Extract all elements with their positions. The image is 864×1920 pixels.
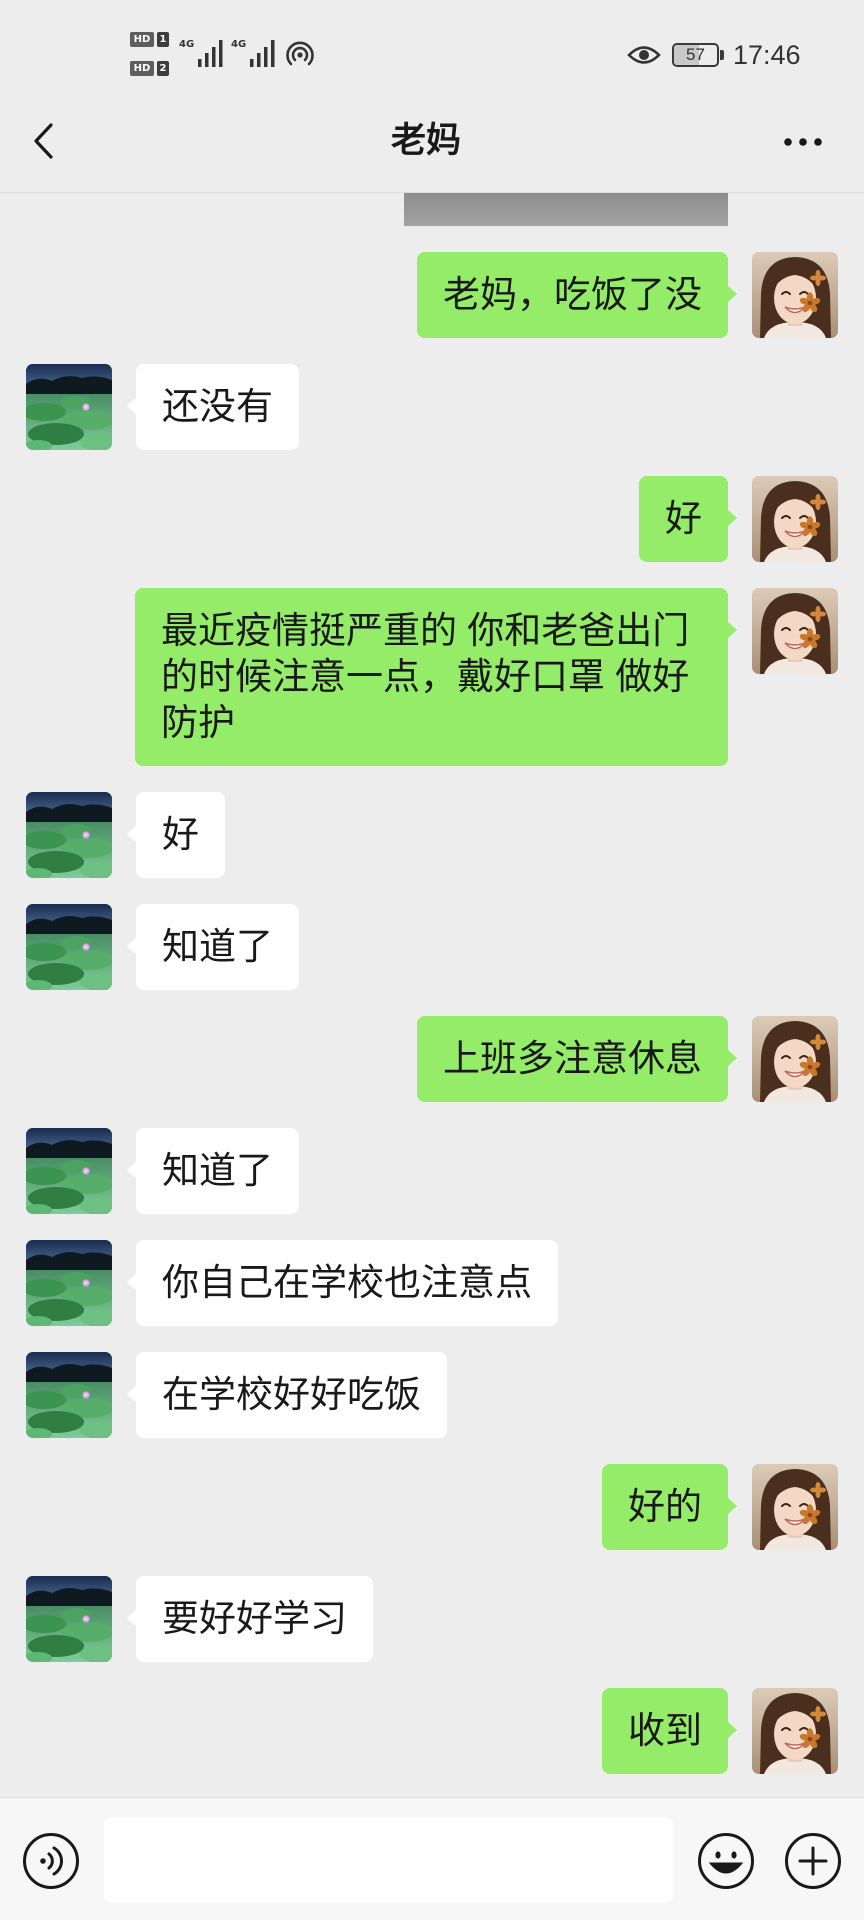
contact-avatar[interactable] [26,792,112,878]
chat-title: 老妈 [390,121,461,160]
message-bubble-outgoing[interactable]: 最近疫情挺严重的 你和老爸出门的时候注意一点，戴好口罩 做好防护 [135,588,737,766]
status-bar: HD 1 HD 2 4G 4G 57 17:46 [0,0,864,110]
contact-avatar[interactable] [26,904,112,990]
image-message-partial[interactable] [404,193,728,226]
message-row: 在学校好好吃饭 [0,1352,864,1438]
battery-percent: 57 [686,45,705,64]
message-row: 上班多注意休息 [0,1016,864,1102]
chevron-left-icon [34,123,53,159]
my-avatar[interactable] [752,476,838,562]
signal-icon [250,40,275,67]
my-avatar[interactable] [752,252,838,338]
more-icon [784,138,822,146]
status-time: 17:46 [733,40,801,70]
my-avatar[interactable] [752,1688,838,1774]
message-input[interactable] [104,1817,673,1903]
my-avatar[interactable] [752,588,838,674]
message-bubble-incoming[interactable]: 要好好学习 [127,1576,373,1662]
message-bubble-incoming[interactable]: 好 [127,792,225,878]
more-button[interactable] [780,130,826,154]
message-row: 老妈，吃饭了没 [0,252,864,338]
plus-button[interactable] [784,1832,842,1890]
my-avatar[interactable] [752,1016,838,1102]
message-list[interactable]: 老妈，吃饭了没 还没有 好 最近疫情挺严重的 你和老爸出门的时候注意一点，戴好口… [0,193,864,1797]
contact-avatar[interactable] [26,1128,112,1214]
message-bubble-incoming[interactable]: 还没有 [127,364,299,450]
voice-button[interactable] [22,1832,80,1890]
emoji-button[interactable] [697,1832,755,1890]
message-row: 要好好学习 [0,1576,864,1662]
chat-header: 老妈 [0,110,864,193]
message-bubble-incoming[interactable]: 知道了 [127,1128,299,1214]
message-bubble-incoming[interactable]: 你自己在学校也注意点 [127,1240,558,1326]
emoji-icon [698,1833,754,1889]
message-bubble-outgoing[interactable]: 收到 [602,1688,737,1774]
plus-icon [785,1833,841,1889]
contact-avatar[interactable] [26,1240,112,1326]
battery-tip [720,50,724,60]
my-avatar[interactable] [752,1464,838,1550]
input-bar [0,1797,864,1920]
message-bubble-incoming[interactable]: 在学校好好吃饭 [127,1352,447,1438]
message-bubble-outgoing[interactable]: 好的 [602,1464,737,1550]
message-row: 好 [0,792,864,878]
sim1-hd-badge: HD [130,32,154,47]
message-row: 还没有 [0,364,864,450]
contact-avatar[interactable] [26,1352,112,1438]
eye-icon [627,46,661,64]
message-bubble-outgoing[interactable]: 好 [639,476,737,562]
message-bubble-outgoing[interactable]: 老妈，吃饭了没 [417,252,737,338]
back-button[interactable] [26,118,60,164]
message-bubble-outgoing[interactable]: 上班多注意休息 [417,1016,737,1102]
battery-icon: 57 [672,43,719,67]
message-row: 好的 [0,1464,864,1550]
contact-avatar[interactable] [26,364,112,450]
sim2-hd-badge: HD [130,61,154,76]
message-row: 知道了 [0,904,864,990]
message-row: 知道了 [0,1128,864,1214]
signal-icon [198,40,223,67]
sim2-slot-badge: 2 [157,61,169,76]
message-row: 收到 [0,1688,864,1774]
message-row: 好 [0,476,864,562]
network2-label: 4G [231,39,247,50]
message-row: 最近疫情挺严重的 你和老爸出门的时候注意一点，戴好口罩 做好防护 [0,588,864,766]
hotspot-icon [286,41,314,66]
voice-icon [23,1833,79,1889]
contact-avatar[interactable] [26,1576,112,1662]
sim1-slot-badge: 1 [157,32,169,47]
message-row: 你自己在学校也注意点 [0,1240,864,1326]
message-bubble-incoming[interactable]: 知道了 [127,904,299,990]
network1-label: 4G [179,39,195,50]
